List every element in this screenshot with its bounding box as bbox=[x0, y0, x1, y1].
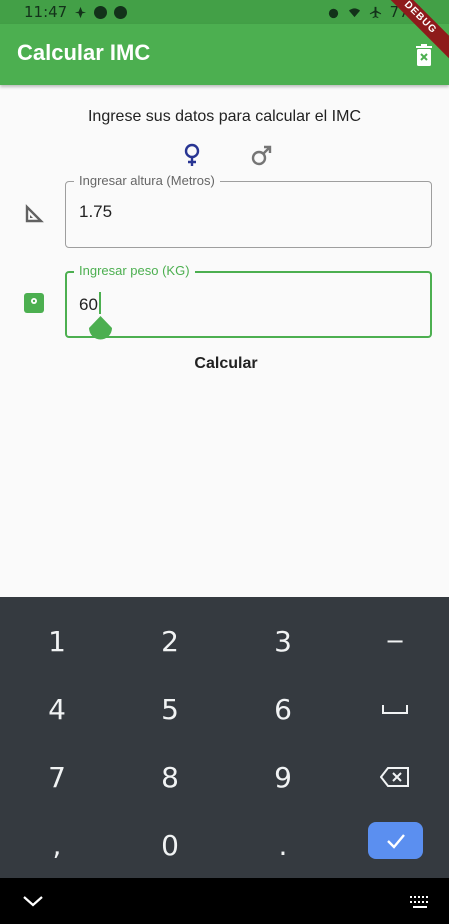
app-bar: Calcular IMC bbox=[0, 24, 449, 85]
chevron-down-icon[interactable] bbox=[22, 892, 44, 910]
checkmark-icon bbox=[386, 833, 405, 849]
delete-icon bbox=[416, 44, 432, 66]
key-7[interactable]: 7 bbox=[1, 743, 113, 811]
height-field-value[interactable]: 1.75 bbox=[79, 202, 112, 222]
key-minus[interactable]: − bbox=[339, 607, 449, 675]
key-done[interactable] bbox=[368, 822, 423, 859]
text-caret bbox=[98, 292, 101, 314]
caret-handle[interactable] bbox=[88, 316, 113, 342]
keyboard-icon[interactable] bbox=[409, 894, 431, 910]
weight-field-value[interactable]: 60 bbox=[79, 292, 101, 315]
key-0[interactable]: 0 bbox=[114, 811, 226, 879]
height-field[interactable]: Ingresar altura (Metros) 1.75 bbox=[65, 173, 432, 248]
numeric-keyboard: 1 2 3 − 4 5 6 7 8 9 , 0 . bbox=[0, 597, 449, 878]
status-time: 11:47 bbox=[24, 3, 68, 21]
key-4[interactable]: 4 bbox=[1, 675, 113, 743]
key-backspace[interactable] bbox=[339, 743, 449, 811]
key-1[interactable]: 1 bbox=[1, 607, 113, 675]
messenger-icon bbox=[114, 5, 128, 19]
navigation-bar bbox=[0, 878, 449, 924]
form-subtitle: Ingrese sus datos para calcular el IMC bbox=[87, 108, 361, 125]
weight-field-text: 60 bbox=[79, 295, 98, 314]
delete-button[interactable] bbox=[411, 41, 437, 69]
key-6[interactable]: 6 bbox=[227, 675, 339, 743]
notification-icon bbox=[75, 6, 87, 18]
key-9[interactable]: 9 bbox=[227, 743, 339, 811]
calculate-button[interactable]: Calcular bbox=[176, 350, 276, 378]
weight-field[interactable]: Ingresar peso (KG) 60 bbox=[65, 263, 432, 338]
female-icon[interactable] bbox=[180, 142, 204, 168]
key-3[interactable]: 3 bbox=[227, 607, 339, 675]
airplane-icon bbox=[369, 6, 381, 18]
wifi-icon bbox=[348, 7, 360, 17]
space-icon bbox=[382, 705, 408, 714]
backspace-icon bbox=[380, 767, 409, 787]
alarm-icon bbox=[328, 8, 338, 18]
key-comma[interactable]: , bbox=[1, 811, 113, 879]
key-space[interactable] bbox=[339, 675, 449, 743]
key-5[interactable]: 5 bbox=[114, 675, 226, 743]
key-8[interactable]: 8 bbox=[114, 743, 226, 811]
key-period[interactable]: . bbox=[227, 811, 339, 879]
weight-field-label: Ingresar peso (KG) bbox=[74, 263, 195, 278]
key-2[interactable]: 2 bbox=[114, 607, 226, 675]
male-icon[interactable] bbox=[250, 142, 274, 168]
ruler-icon bbox=[25, 204, 44, 223]
status-bar: 11:47 77% bbox=[0, 0, 449, 24]
scale-icon bbox=[24, 293, 44, 313]
height-field-label: Ingresar altura (Metros) bbox=[74, 173, 220, 188]
app-title: Calcular IMC bbox=[17, 40, 151, 65]
spotify-icon bbox=[94, 5, 108, 19]
